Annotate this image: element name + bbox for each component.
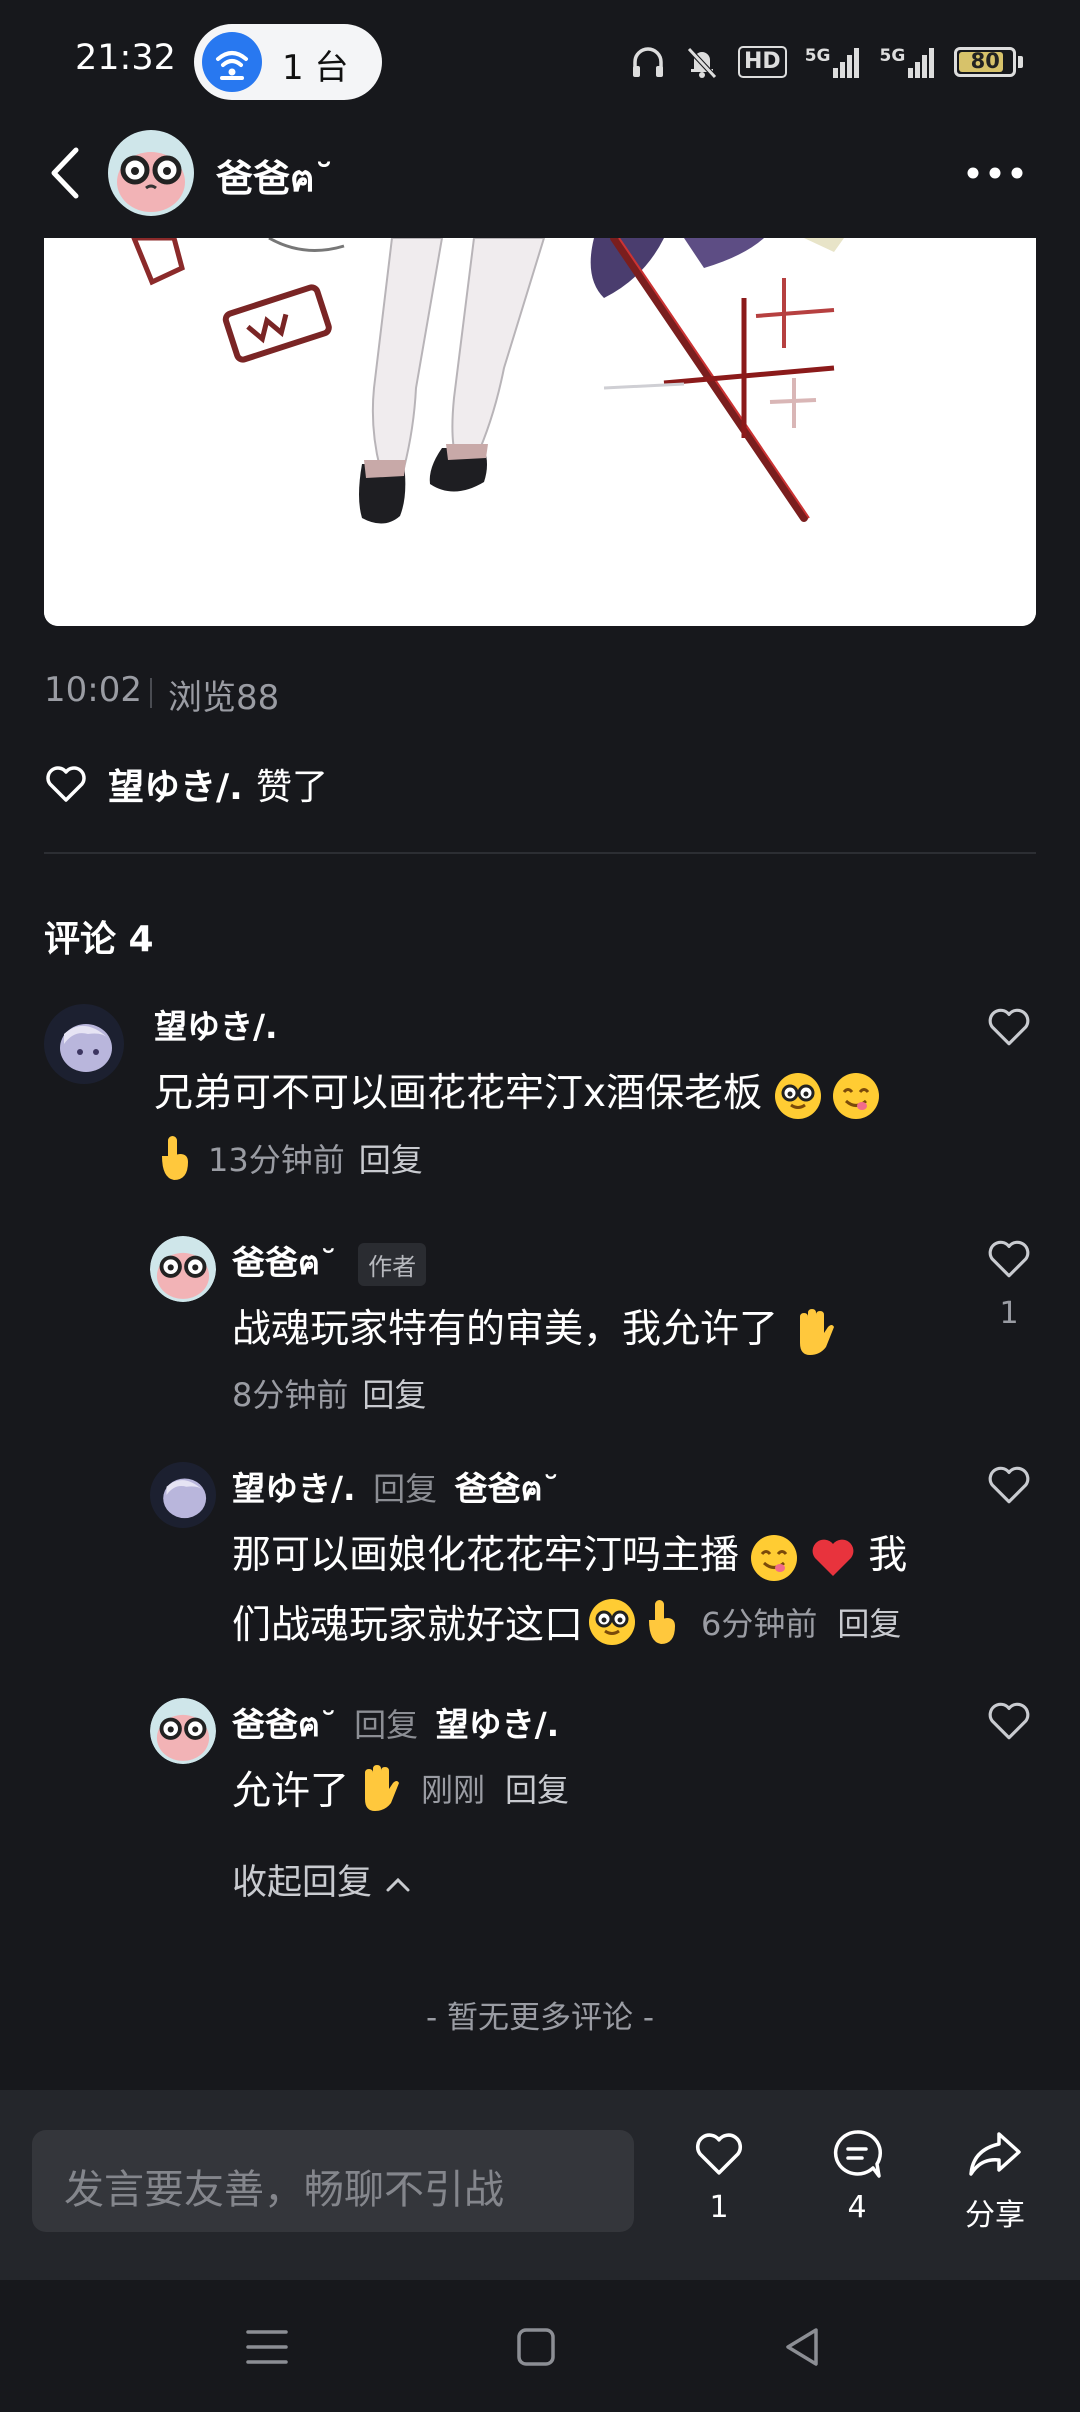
headphones-icon bbox=[633, 47, 663, 77]
share-arrow-icon bbox=[969, 2132, 1021, 2176]
back-arrow-icon bbox=[51, 147, 79, 199]
hotspot-indicator[interactable]: 1 台 bbox=[194, 24, 382, 100]
author-tag-badge: 作者 bbox=[358, 1243, 427, 1286]
heart-outline-icon bbox=[988, 1702, 1030, 1740]
heart-outline-icon bbox=[695, 2133, 743, 2175]
pointing-up-emoji-icon bbox=[649, 1600, 676, 1644]
reply-time: 8分钟前 bbox=[232, 1376, 349, 1414]
reply-text-line2: 们战魂玩家就好这口 6分钟前 回复 bbox=[232, 1594, 901, 1650]
reply-time: 6分钟前 bbox=[701, 1605, 818, 1643]
comment-input-placeholder: 发言要友善，畅聊不引战 bbox=[64, 2167, 504, 2213]
heart-outline-icon bbox=[988, 1466, 1030, 1504]
more-options-button[interactable] bbox=[950, 150, 1040, 196]
status-bar: 21:32 1 台 HD 5G 5G 80 bbox=[0, 0, 1080, 125]
like-count: 1 bbox=[709, 2190, 729, 2225]
author-avatar[interactable] bbox=[108, 130, 194, 216]
home-nav-icon[interactable] bbox=[515, 2326, 557, 2368]
like-button[interactable]: 1 bbox=[664, 2128, 774, 2225]
reply-word: 回复 bbox=[354, 1706, 419, 1744]
post-views: 浏览88 bbox=[168, 678, 280, 718]
status-icons: HD 5G 5G 80 bbox=[630, 40, 1024, 84]
comment-like-button[interactable] bbox=[986, 1004, 1032, 1050]
reply-author-row: 望ゆき/. 回复 爸爸ฅ˘ bbox=[232, 1462, 559, 1515]
comment-text: 兄弟可不可以画花花牢汀x酒保老板 bbox=[154, 1062, 879, 1119]
reply-to-user[interactable]: 爸爸ฅ˘ bbox=[455, 1469, 560, 1508]
comment-meta: 13分钟前 回复 bbox=[154, 1134, 423, 1182]
liker-name[interactable]: 望ゆき/. bbox=[108, 758, 243, 810]
back-nav-icon[interactable] bbox=[780, 2324, 824, 2370]
nerd-face-emoji-icon bbox=[589, 1599, 636, 1645]
reply-to-user[interactable]: 望ゆき/. bbox=[436, 1705, 560, 1744]
reply-like-button[interactable] bbox=[986, 1462, 1032, 1508]
collapse-replies-button[interactable]: 收起回复 bbox=[232, 1854, 413, 1905]
commenter-avatar[interactable] bbox=[44, 1004, 124, 1084]
nerd-face-emoji-icon bbox=[774, 1072, 821, 1119]
back-button[interactable] bbox=[40, 140, 96, 206]
battery-icon: 80 bbox=[954, 47, 1017, 77]
reply-like-button[interactable] bbox=[986, 1236, 1032, 1282]
comments-header: 评论 4 bbox=[44, 919, 154, 960]
commenter-avatar-small[interactable] bbox=[150, 1462, 216, 1528]
meta-divider bbox=[150, 678, 152, 708]
reply-text-line1: 那可以画娘化花花牢汀吗主播 我 bbox=[232, 1524, 907, 1581]
raised-hand-emoji-icon bbox=[800, 1308, 835, 1355]
reply-button[interactable]: 回复 bbox=[505, 1765, 569, 1811]
share-label: 分享 bbox=[965, 2198, 1025, 2233]
mute-bell-icon bbox=[687, 47, 717, 79]
reply-button[interactable]: 回复 bbox=[362, 1370, 426, 1416]
reply-time: 刚刚 bbox=[421, 1771, 486, 1809]
reply-button[interactable]: 回复 bbox=[359, 1135, 423, 1181]
comment-input[interactable]: 发言要友善，畅聊不引战 bbox=[32, 2130, 634, 2232]
system-nav-bar bbox=[0, 2282, 1080, 2412]
comment-time: 13分钟前 bbox=[208, 1141, 345, 1179]
reply-like-button[interactable] bbox=[986, 1698, 1032, 1744]
share-button[interactable]: 分享 bbox=[940, 2128, 1050, 2234]
menu-nav-icon[interactable] bbox=[244, 2326, 290, 2368]
reply-author-row: 爸爸ฅ˘ 回复 望ゆき/. bbox=[232, 1698, 559, 1751]
author-avatar-small[interactable] bbox=[150, 1236, 216, 1302]
hotspot-count: 1 台 bbox=[282, 48, 349, 88]
red-heart-emoji-icon bbox=[812, 1539, 854, 1576]
heart-outline-icon bbox=[988, 1008, 1030, 1046]
reply-author[interactable]: 望ゆき/. bbox=[232, 1469, 356, 1508]
battery-level: 80 bbox=[970, 49, 1000, 73]
comment-count: 4 bbox=[847, 2190, 867, 2225]
raised-hand-emoji-icon bbox=[365, 1765, 400, 1811]
heart-outline-icon bbox=[988, 1240, 1030, 1278]
comment-author[interactable]: 望ゆき/. bbox=[154, 1000, 278, 1048]
reply-word: 回复 bbox=[373, 1470, 438, 1508]
signal-5g-icon: 5G bbox=[805, 46, 862, 78]
reply-button[interactable]: 回复 bbox=[837, 1599, 901, 1645]
post-image[interactable] bbox=[44, 238, 1036, 626]
liked-label: 赞了 bbox=[256, 767, 329, 808]
reply-author-row: 爸爸ฅ˘ 作者 bbox=[232, 1236, 427, 1289]
yum-face-emoji-icon bbox=[751, 1534, 798, 1581]
comment-bubble-icon bbox=[833, 2130, 883, 2178]
page-title[interactable]: 爸爸ฅ˘ bbox=[216, 148, 333, 208]
pointing-up-emoji-icon bbox=[162, 1136, 188, 1180]
signal-5g-icon-2: 5G bbox=[879, 46, 936, 78]
yum-face-emoji-icon bbox=[832, 1072, 879, 1119]
reply-text: 战魂玩家特有的审美，我允许了 bbox=[232, 1298, 836, 1357]
more-dots-icon bbox=[967, 167, 1023, 179]
post-time: 10:02 bbox=[44, 670, 142, 710]
clock: 21:32 bbox=[75, 38, 176, 78]
hd-voice-icon: HD bbox=[738, 46, 787, 78]
heart-outline-icon bbox=[44, 762, 88, 806]
bottom-action-bar: 发言要友善，畅聊不引战 1 4 分享 bbox=[0, 2090, 1080, 2280]
comment-button[interactable]: 4 bbox=[802, 2128, 912, 2225]
wifi-hotspot-icon bbox=[202, 32, 262, 92]
no-more-comments: - 暂无更多评论 - bbox=[425, 2000, 655, 2036]
reply-author[interactable]: 爸爸ฅ˘ bbox=[232, 1705, 337, 1744]
chevron-up-icon bbox=[386, 1877, 410, 1892]
reply-like-count: 1 bbox=[999, 1296, 1019, 1331]
reply-meta: 8分钟前 回复 bbox=[232, 1370, 426, 1416]
reply-author[interactable]: 爸爸ฅ˘ bbox=[232, 1243, 337, 1282]
author-avatar-small[interactable] bbox=[150, 1698, 216, 1764]
divider bbox=[44, 852, 1036, 854]
reply-text: 允许了 刚刚 回复 bbox=[232, 1760, 569, 1816]
